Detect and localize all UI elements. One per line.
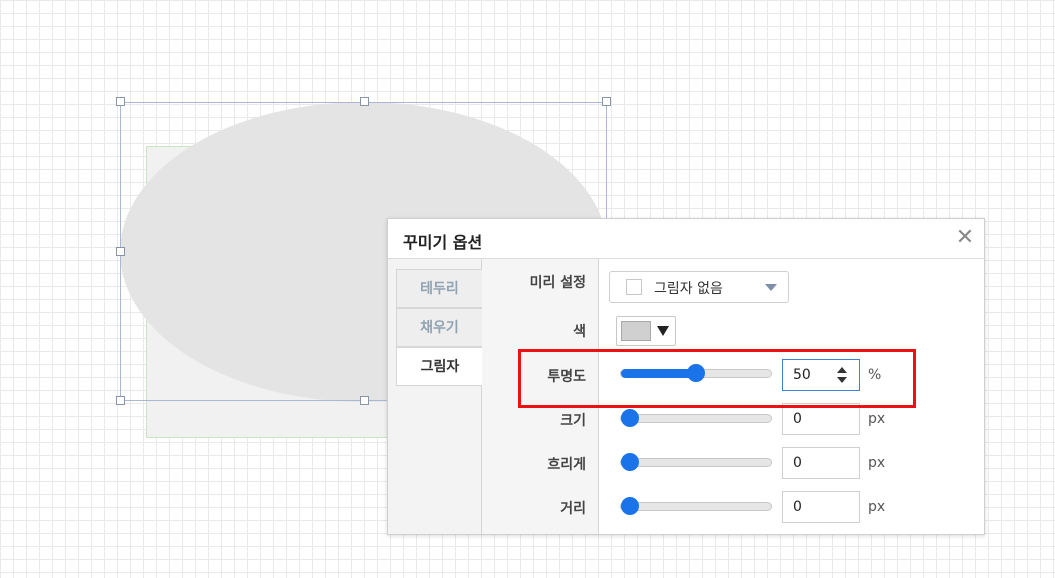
size-slider[interactable] [620, 409, 772, 427]
opacity-slider[interactable] [620, 364, 772, 382]
opacity-slider-fill [621, 369, 696, 378]
tab-shadow[interactable]: 그림자 [396, 347, 483, 386]
close-icon[interactable]: ✕ [954, 227, 976, 249]
spin-up-icon[interactable] [837, 367, 847, 373]
blur-input[interactable]: 0 [782, 447, 860, 479]
resize-handle-top[interactable] [360, 97, 369, 106]
decoration-options-dialog: 꾸미기 옵션 ✕ 테두리 채우기 그림자 미리 설정 색 투명도 크기 흐리게 … [387, 218, 985, 535]
preset-select[interactable]: 그림자 없음 [609, 271, 789, 303]
caret-down-icon [657, 326, 669, 336]
size-slider-knob[interactable] [621, 409, 639, 427]
spinner[interactable] [836, 367, 848, 385]
opacity-label: 투명도 [547, 369, 586, 385]
chevron-down-icon [765, 284, 777, 291]
distance-label: 거리 [560, 501, 586, 517]
resize-handle-top-left[interactable] [116, 97, 125, 106]
size-unit: px [868, 411, 886, 427]
blur-slider-knob[interactable] [621, 453, 639, 471]
opacity-input[interactable]: 50 [782, 359, 860, 391]
blur-unit: px [868, 455, 886, 471]
opacity-slider-knob[interactable] [687, 364, 705, 382]
tab-fill[interactable]: 채우기 [396, 308, 482, 347]
resize-handle-top-right[interactable] [602, 97, 611, 106]
distance-slider[interactable] [620, 497, 772, 515]
opacity-value: 50 [793, 367, 811, 383]
blur-label: 흐리게 [547, 457, 586, 473]
spin-down-icon[interactable] [837, 377, 847, 383]
tab-border[interactable]: 테두리 [396, 269, 482, 308]
color-label: 색 [573, 324, 586, 340]
opacity-unit: % [868, 367, 882, 383]
size-label: 크기 [560, 413, 586, 429]
distance-value: 0 [793, 499, 802, 515]
preset-label: 미리 설정 [529, 275, 586, 291]
distance-unit: px [868, 499, 886, 515]
size-input[interactable]: 0 [782, 403, 860, 435]
dialog-header: 꾸미기 옵션 ✕ [388, 219, 984, 259]
preset-swatch [626, 279, 642, 295]
distance-input[interactable]: 0 [782, 491, 860, 523]
resize-handle-bottom-left[interactable] [116, 396, 125, 405]
label-column: 미리 설정 색 투명도 크기 흐리게 거리 [482, 259, 599, 534]
distance-slider-knob[interactable] [621, 497, 639, 515]
preset-value: 그림자 없음 [654, 281, 723, 297]
blur-value: 0 [793, 455, 802, 471]
dialog-title: 꾸미기 옵션 [403, 233, 483, 252]
blur-slider[interactable] [620, 453, 772, 471]
tab-column: 테두리 채우기 그림자 [388, 259, 483, 534]
size-value: 0 [793, 411, 802, 427]
resize-handle-left[interactable] [116, 247, 125, 256]
color-picker-button[interactable] [616, 316, 676, 346]
color-swatch [621, 321, 651, 341]
resize-handle-bottom[interactable] [360, 396, 369, 405]
